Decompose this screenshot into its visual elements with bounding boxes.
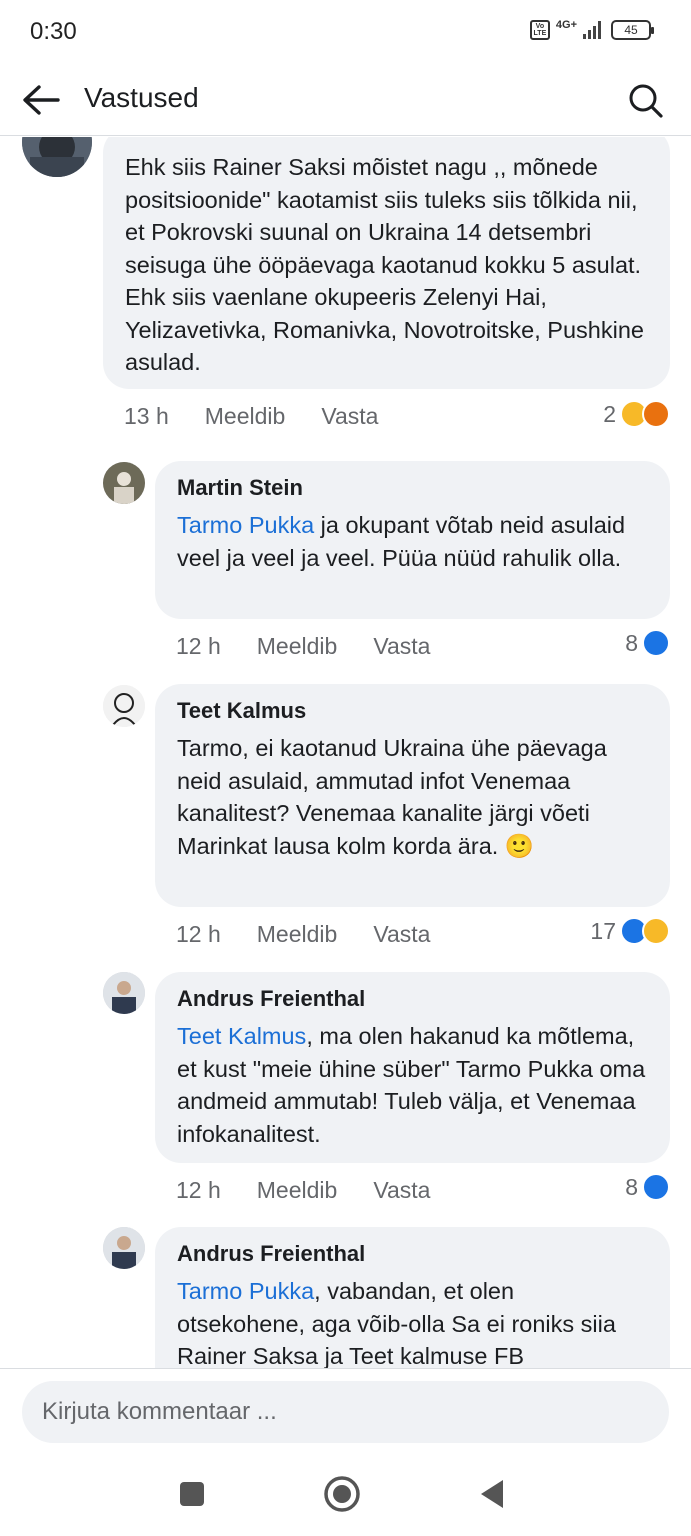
comment-time: 12 h [176,921,221,947]
like-reaction-icon [642,629,670,657]
recents-button[interactable] [172,1474,212,1514]
comment-meta: 13 h Meeldib Vasta [124,403,378,430]
network-type: 4G+ [555,19,577,31]
reply-button[interactable]: Vasta [373,633,430,660]
search-icon [629,84,663,118]
page-title: Vastused [84,82,199,113]
comment-meta: 12 h Meeldib Vasta [176,633,430,660]
like-button[interactable]: Meeldib [257,1177,338,1204]
back-nav-button[interactable] [472,1474,512,1514]
reaction-count: 8 [625,1173,638,1200]
back-button[interactable] [18,80,64,120]
reactions[interactable]: 2 [603,400,670,428]
back-triangle-icon [481,1480,503,1508]
status-bar: 0:30 Vo LTE 4G+ 45 [0,0,691,66]
comment-meta: 12 h Meeldib Vasta [176,921,430,948]
status-time: 0:30 [30,18,77,45]
comment-text: Tarmo Pukka, vabandan, et olen otsekohen… [177,1275,648,1368]
home-icon [324,1476,360,1512]
comment-author[interactable]: Andrus Freienthal [177,986,648,1012]
comment-time: 13 h [124,403,169,429]
reaction-count: 2 [603,400,616,427]
reactions[interactable]: 8 [625,629,670,657]
system-nav-bar [0,1456,691,1536]
comment-input[interactable] [22,1381,669,1443]
comment-text: Teet Kalmus, ma olen hakanud ka mõtlema,… [177,1020,648,1150]
comment-time: 12 h [176,1177,221,1203]
mention-link[interactable]: Teet Kalmus [177,1023,306,1049]
comment-author[interactable]: Andrus Freienthal [177,1241,648,1267]
reply-button[interactable]: Vasta [321,403,378,430]
comment-meta: 12 h Meeldib Vasta [176,1177,430,1204]
like-button[interactable]: Meeldib [257,633,338,660]
reply-button[interactable]: Vasta [373,921,430,948]
battery-level: 45 [624,23,638,37]
angry-reaction-icon [642,400,670,428]
comment-bubble[interactable]: Andrus Freienthal Teet Kalmus, ma olen h… [155,972,670,1163]
comment-author[interactable]: Teet Kalmus [177,698,648,724]
comment-author[interactable]: Martin Stein [177,475,648,501]
status-icons: Vo LTE 4G+ 45 [529,19,654,40]
like-button[interactable]: Meeldib [257,921,338,948]
haha-reaction-icon [642,917,670,945]
mention-link[interactable]: Tarmo Pukka [177,1278,314,1304]
comments-list[interactable]: Ehk siis Rainer Saksi mõistet nagu ,, mõ… [0,137,691,1368]
signal-icon [583,21,601,39]
app-bar: Vastused [0,66,691,136]
back-arrow-icon [23,85,60,115]
reactions[interactable]: 17 [590,917,670,945]
avatar[interactable] [22,137,92,177]
reply-button[interactable]: Vasta [373,1177,430,1204]
search-button[interactable] [623,78,669,124]
comment-bubble[interactable]: Andrus Freienthal Tarmo Pukka, vabandan,… [155,1227,670,1368]
avatar[interactable] [103,1227,145,1269]
comment-text: Ehk siis Rainer Saksi mõistet nagu ,, mõ… [125,154,644,375]
comment-time: 12 h [176,633,221,659]
like-reaction-icon [642,1173,670,1201]
avatar[interactable] [103,462,145,504]
comment-composer [0,1368,691,1456]
comment-bubble[interactable]: Ehk siis Rainer Saksi mõistet nagu ,, mõ… [103,137,670,389]
volte-icon: Vo LTE [529,20,550,40]
comment-bubble[interactable]: Martin Stein Tarmo Pukka ja okupant võta… [155,461,670,619]
reaction-count: 8 [625,629,638,656]
recents-icon [180,1482,204,1506]
reactions[interactable]: 8 [625,1173,670,1201]
mention-link[interactable]: Tarmo Pukka [177,512,314,538]
comment-text: Tarmo, ei kaotanud Ukraina ühe päevaga n… [177,735,607,859]
reaction-count: 17 [590,917,616,944]
battery-icon: 45 [611,20,654,40]
comment-text: Tarmo Pukka ja okupant võtab neid asulai… [177,509,648,574]
home-button[interactable] [322,1474,362,1514]
comment-bubble[interactable]: Teet Kalmus Tarmo, ei kaotanud Ukraina ü… [155,684,670,907]
avatar[interactable] [103,685,145,727]
avatar[interactable] [103,972,145,1014]
like-button[interactable]: Meeldib [205,403,286,430]
